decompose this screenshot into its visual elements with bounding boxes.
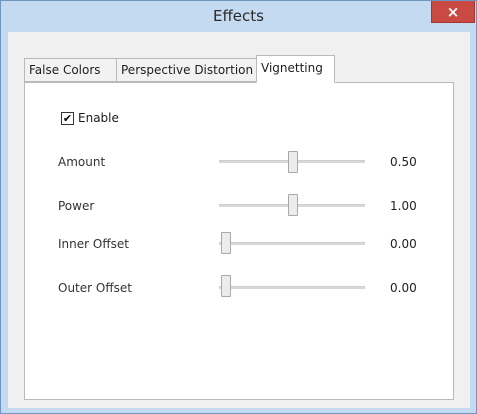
outer-offset-value: 0.00 bbox=[390, 281, 417, 295]
title-bar[interactable]: Effects × bbox=[1, 1, 476, 31]
outer-offset-slider-track[interactable] bbox=[219, 286, 365, 289]
enable-checkbox[interactable]: ✔ bbox=[61, 112, 74, 125]
tab-label: Perspective Distortion bbox=[121, 63, 254, 77]
close-icon: × bbox=[446, 3, 460, 21]
inner-offset-slider-track[interactable] bbox=[219, 242, 365, 245]
amount-label: Amount bbox=[58, 155, 106, 169]
amount-value: 0.50 bbox=[390, 155, 417, 169]
checkmark-icon: ✔ bbox=[62, 112, 73, 125]
window-title: Effects bbox=[213, 7, 264, 25]
inner-offset-label: Inner Offset bbox=[58, 237, 129, 251]
tab-perspective-distortion[interactable]: Perspective Distortion bbox=[116, 58, 257, 82]
outer-offset-label: Outer Offset bbox=[58, 281, 132, 295]
tab-vignetting[interactable]: Vignetting bbox=[256, 55, 335, 83]
tab-label: False Colors bbox=[29, 63, 101, 77]
power-value: 1.00 bbox=[390, 199, 417, 213]
close-button[interactable]: × bbox=[431, 1, 475, 23]
inner-offset-value: 0.00 bbox=[390, 237, 417, 251]
outer-offset-slider-thumb[interactable] bbox=[221, 275, 231, 297]
inner-offset-slider-thumb[interactable] bbox=[221, 232, 231, 254]
enable-checkbox-label[interactable]: Enable bbox=[78, 111, 119, 125]
tab-label: Vignetting bbox=[261, 61, 323, 75]
power-label: Power bbox=[58, 199, 95, 213]
power-slider-thumb[interactable] bbox=[288, 194, 298, 216]
tab-false-colors[interactable]: False Colors bbox=[24, 58, 117, 82]
amount-slider-thumb[interactable] bbox=[288, 151, 298, 173]
